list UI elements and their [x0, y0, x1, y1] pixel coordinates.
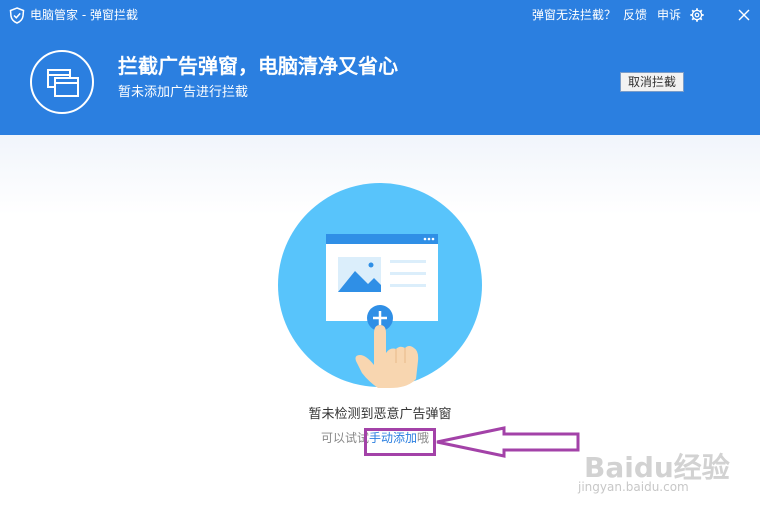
window-title: 电脑管家 - 弹窗拦截 [30, 8, 138, 22]
header-banner: 电脑管家 - 弹窗拦截 弹窗无法拦截？ 反馈 申诉 拦截广告弹窗，电脑清净又省心… [0, 0, 760, 135]
cancel-block-button[interactable]: 取消拦截 [620, 72, 684, 92]
page-subline: 暂未添加广告进行拦截 [118, 85, 249, 100]
feedback-link[interactable]: 反馈 [623, 7, 647, 23]
empty-status-text: 暂未检测到恶意广告弹窗 [308, 407, 452, 422]
popup-window-logo [30, 50, 94, 114]
title-bar: 电脑管家 - 弹窗拦截 弹窗无法拦截？ 反馈 申诉 [0, 0, 760, 32]
empty-state-illustration [278, 183, 482, 388]
browser-windows-icon [47, 69, 79, 97]
annotation-highlight-box [364, 428, 436, 456]
shield-icon [9, 7, 25, 24]
hint-prefix: 可以试试 [321, 431, 370, 445]
watermark-url: jingyan.baidu.com [578, 480, 689, 494]
close-icon[interactable] [738, 9, 750, 21]
cannot-block-link[interactable]: 弹窗无法拦截？ [532, 7, 616, 23]
annotation-arrow [436, 426, 580, 458]
complaint-link[interactable]: 申诉 [657, 7, 681, 23]
page-headline: 拦截广告弹窗，电脑清净又省心 [118, 54, 398, 78]
gear-icon[interactable] [690, 8, 704, 22]
baidu-watermark: Baidu经验 jingyan.baidu.com [574, 444, 754, 506]
